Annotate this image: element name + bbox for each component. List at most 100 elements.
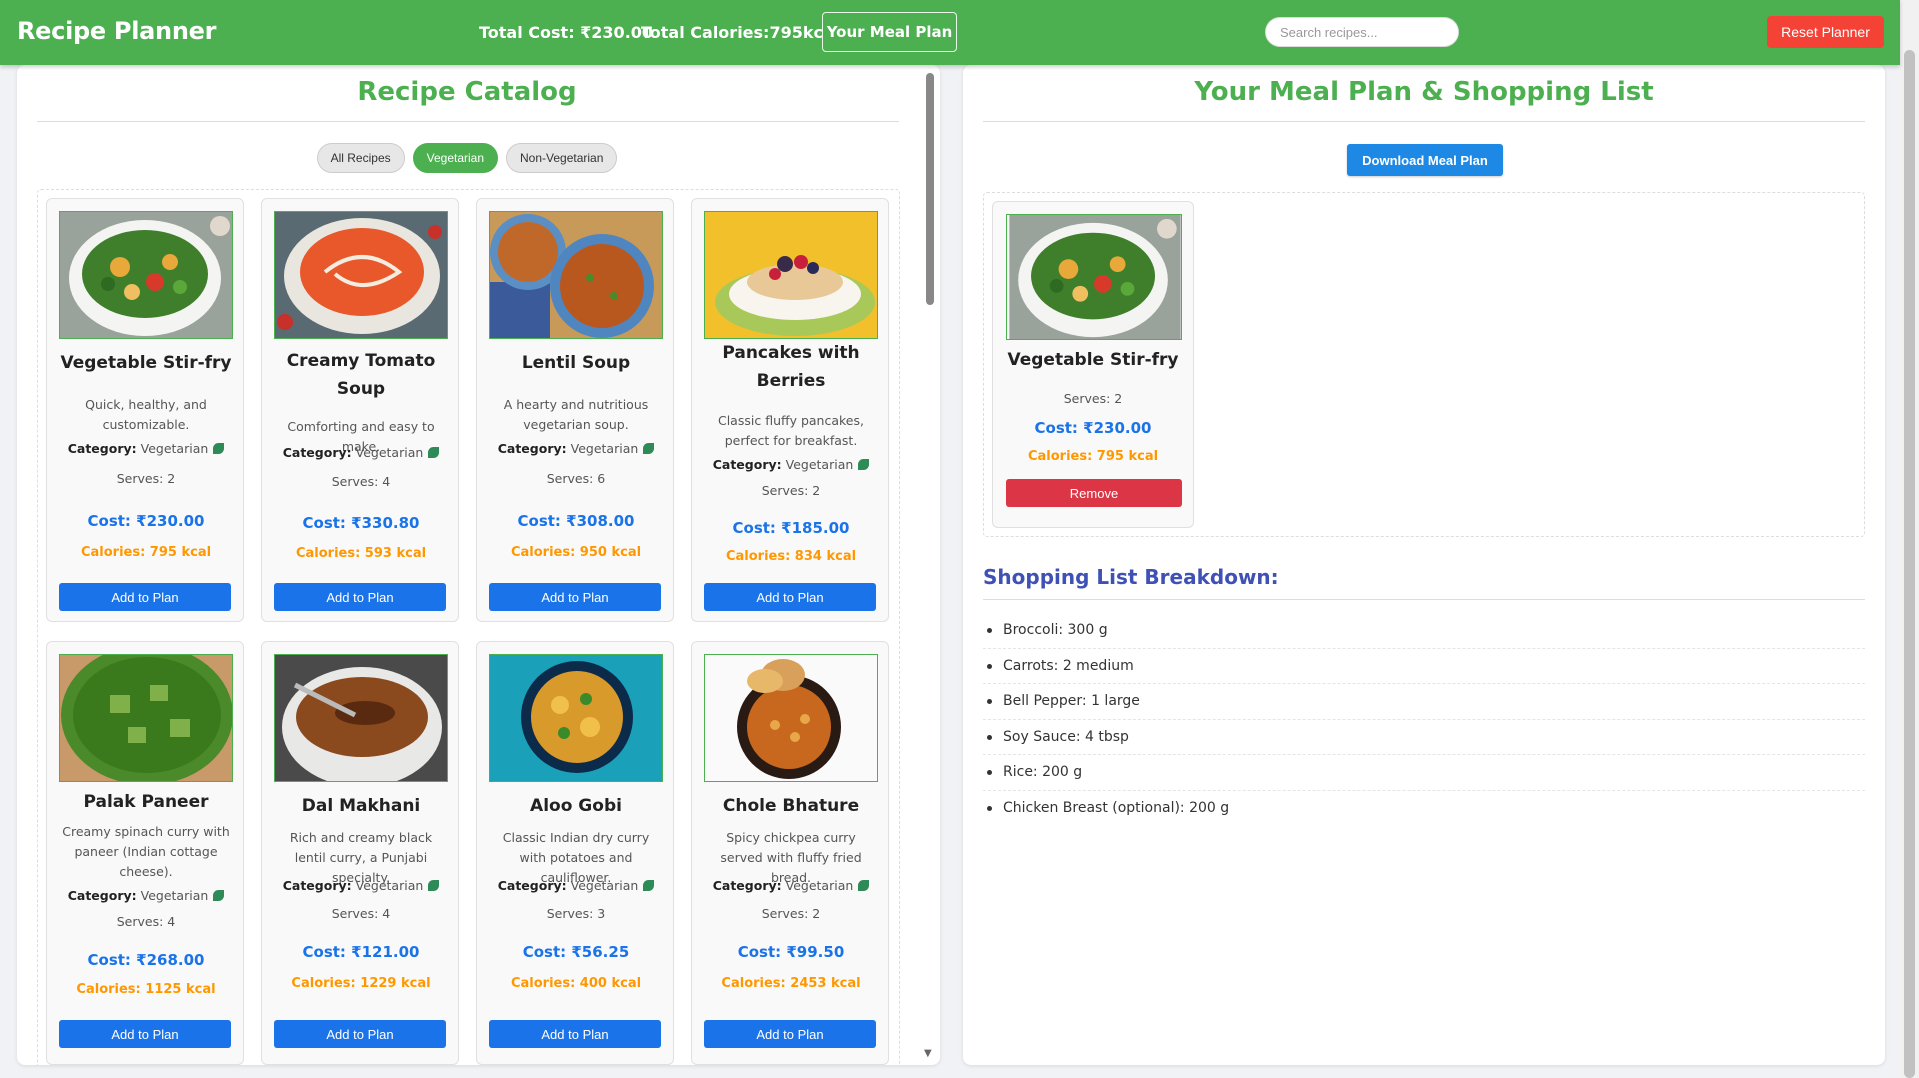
your-meal-plan-button[interactable]: Your Meal Plan (822, 12, 957, 52)
recipe-image-palak-paneer (59, 654, 233, 782)
leaf-icon (213, 890, 225, 901)
recipe-image-tomato-soup (274, 211, 448, 339)
recipe-serves: Serves: 4 (331, 474, 391, 489)
recipe-catalog-panel: Recipe Catalog All Recipes Vegetarian No… (17, 65, 940, 1065)
recipe-card: Dal Makhani Rich and creamy black lentil… (261, 641, 459, 1065)
catalog-scrollbar[interactable]: ▼ (921, 65, 937, 1065)
app-header: Recipe Planner Total Cost: ₹230.00 Total… (0, 0, 1900, 65)
recipe-calories: Calories: 795 kcal (80, 545, 212, 560)
recipe-description: A hearty and nutritious vegetarian soup. (503, 397, 649, 432)
category-value: Vegetarian (785, 878, 854, 893)
recipe-calories: Calories: 1229 kcal (291, 976, 431, 991)
meal-plan-title: Your Meal Plan & Shopping List (1194, 77, 1654, 107)
recipe-calories: Calories: 2453 kcal (721, 976, 861, 991)
catalog-title: Recipe Catalog (357, 77, 577, 107)
filter-non-vegetarian[interactable]: Non-Vegetarian (506, 143, 618, 173)
recipe-card: Chole Bhature Spicy chickpea curry serve… (691, 641, 889, 1065)
recipe-grid: Vegetable Stir-fry Quick, healthy, and c… (37, 189, 900, 1065)
divider (37, 121, 899, 122)
category-label: Category: (712, 878, 782, 893)
recipe-description: Quick, healthy, and customizable. (85, 397, 207, 432)
meal-plan-panel: Your Meal Plan & Shopping List Download … (963, 65, 1885, 1065)
shopping-list-item: Rice: 200 g (983, 755, 1865, 791)
shopping-list-item: Soy Sauce: 4 tbsp (983, 720, 1865, 755)
recipe-description: Creamy spinach curry with paneer (Indian… (62, 824, 230, 879)
divider (983, 599, 1865, 600)
category-value: Vegetarian (570, 878, 639, 893)
recipe-description: Classic fluffy pancakes, perfect for bre… (717, 413, 864, 448)
recipe-title: Dal Makhani (301, 796, 421, 816)
recipe-image-aloo-gobi (489, 654, 663, 782)
recipe-cost: Cost: ₹308.00 (517, 512, 635, 530)
recipe-category: Category: Vegetarian (483, 441, 669, 456)
scroll-down-arrow-icon[interactable]: ▼ (924, 1048, 932, 1059)
recipe-title: Creamy Tomato Soup (286, 351, 436, 399)
download-meal-plan-button[interactable]: Download Meal Plan (1347, 144, 1503, 176)
recipe-calories: Calories: 950 kcal (510, 545, 642, 560)
category-value: Vegetarian (140, 888, 209, 903)
recipe-cost: Cost: ₹230.00 (87, 512, 205, 530)
add-to-plan-button[interactable]: Add to Plan (704, 583, 876, 611)
recipe-card: Palak Paneer Creamy spinach curry with p… (46, 641, 244, 1065)
add-to-plan-button[interactable]: Add to Plan (59, 583, 231, 611)
recipe-serves: Serves: 2 (116, 471, 176, 486)
add-to-plan-button[interactable]: Add to Plan (274, 1020, 446, 1048)
leaf-icon (213, 443, 225, 454)
leaf-icon (643, 443, 655, 454)
recipe-cost: Cost: ₹121.00 (302, 943, 420, 961)
leaf-icon (858, 880, 870, 891)
recipe-title: Palak Paneer (83, 792, 209, 812)
recipe-category: Category: Vegetarian (698, 457, 884, 472)
catalog-scrollbar-thumb[interactable] (926, 73, 934, 305)
recipe-serves: Serves: 2 (761, 483, 821, 498)
leaf-icon (858, 459, 870, 470)
plan-image-salad-bowl (1006, 214, 1182, 340)
filter-all-recipes[interactable]: All Recipes (316, 143, 405, 173)
plan-recipe-serves: Serves: 2 (1063, 391, 1123, 406)
category-value: Vegetarian (355, 878, 424, 893)
recipe-title: Pancakes with Berries (722, 343, 860, 391)
recipe-cost: Cost: ₹99.50 (737, 943, 845, 961)
recipe-calories: Calories: 593 kcal (295, 546, 427, 561)
recipe-title: Chole Bhature (722, 796, 860, 816)
recipe-calories: Calories: 834 kcal (725, 549, 857, 564)
meal-plan-items: Vegetable Stir-fry Serves: 2 Cost: ₹230.… (983, 192, 1865, 537)
recipe-cost: Cost: ₹330.80 (302, 514, 420, 532)
add-to-plan-button[interactable]: Add to Plan (59, 1020, 231, 1048)
recipe-category: Category: Vegetarian (268, 445, 454, 460)
recipe-title: Vegetable Stir-fry (60, 353, 232, 373)
recipe-serves: Serves: 4 (116, 914, 176, 929)
add-to-plan-button[interactable]: Add to Plan (489, 583, 661, 611)
recipe-card: Creamy Tomato Soup Comforting and easy t… (261, 198, 459, 622)
category-value: Vegetarian (355, 445, 424, 460)
reset-planner-button[interactable]: Reset Planner (1767, 16, 1884, 48)
remove-button[interactable]: Remove (1006, 479, 1182, 507)
category-label: Category: (67, 888, 137, 903)
search-input[interactable] (1265, 17, 1459, 47)
recipe-serves: Serves: 2 (761, 906, 821, 921)
recipe-card: Vegetable Stir-fry Quick, healthy, and c… (46, 198, 244, 622)
add-to-plan-button[interactable]: Add to Plan (704, 1020, 876, 1048)
recipe-image-salad-bowl (59, 211, 233, 339)
shopping-list-item: Bell Pepper: 1 large (983, 684, 1865, 720)
recipe-image-chole-bhature (704, 654, 878, 782)
total-calories: Total Calories:795kcal (641, 23, 840, 42)
recipe-card: Lentil Soup A hearty and nutritious vege… (476, 198, 674, 622)
page-scrollbar-thumb[interactable] (1904, 50, 1915, 1078)
meal-plan-card: Vegetable Stir-fry Serves: 2 Cost: ₹230.… (992, 201, 1194, 528)
category-label: Category: (282, 878, 352, 893)
shopping-list-item: Broccoli: 300 g (983, 613, 1865, 649)
recipe-image-dal-makhani (274, 654, 448, 782)
shopping-list-title: Shopping List Breakdown: (983, 565, 1279, 589)
add-to-plan-button[interactable]: Add to Plan (274, 583, 446, 611)
add-to-plan-button[interactable]: Add to Plan (489, 1020, 661, 1048)
filter-vegetarian[interactable]: Vegetarian (412, 143, 499, 173)
shopping-list-item: Carrots: 2 medium (983, 649, 1865, 684)
category-value: Vegetarian (785, 457, 854, 472)
shopping-list-item: Chicken Breast (optional): 200 g (983, 791, 1865, 827)
recipe-serves: Serves: 3 (546, 906, 606, 921)
category-value: Vegetarian (570, 441, 639, 456)
leaf-icon (643, 880, 655, 891)
recipe-title: Lentil Soup (521, 353, 631, 373)
page-scrollbar[interactable] (1900, 0, 1919, 1078)
